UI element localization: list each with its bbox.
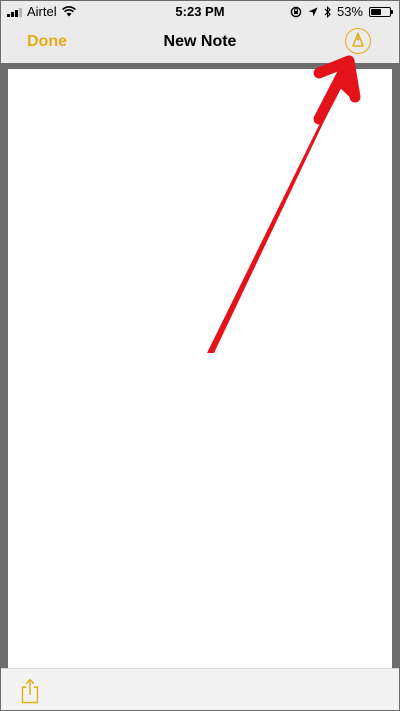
battery-percent: 53%: [336, 4, 363, 19]
share-button[interactable]: [19, 678, 41, 704]
note-container: [1, 63, 399, 668]
markup-pen-icon: [352, 32, 364, 47]
status-bar: Airtel 5:23 PM 53%: [1, 1, 399, 23]
battery-fill: [371, 8, 381, 15]
screen-rotation-lock-icon: [290, 6, 302, 18]
share-icon: [21, 678, 39, 704]
page-title: New Note: [163, 33, 237, 50]
bottom-toolbar: [1, 668, 399, 710]
status-right: 53%: [290, 4, 393, 19]
navigation-bar: Done New Note: [1, 23, 399, 63]
battery-icon: [369, 6, 393, 17]
bluetooth-icon: [324, 5, 331, 18]
screenshot-frame: Airtel 5:23 PM 53% Done New Note: [0, 0, 400, 711]
markup-button[interactable]: [345, 28, 371, 54]
note-body[interactable]: [8, 69, 392, 668]
location-icon: [308, 7, 318, 17]
